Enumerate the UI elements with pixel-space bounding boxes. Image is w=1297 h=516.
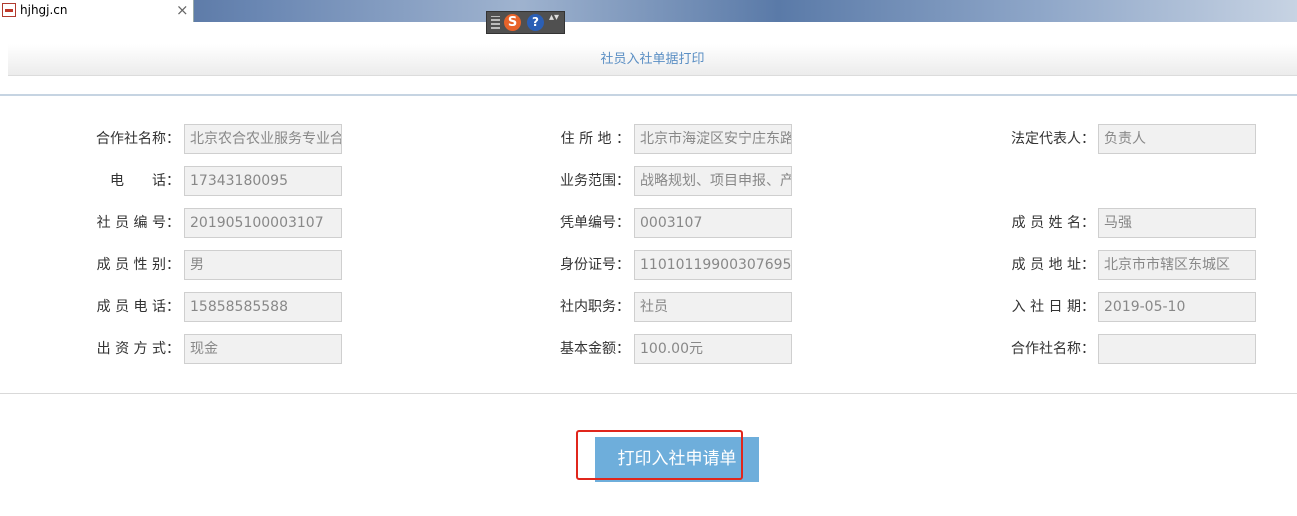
browser-tab-bar: hjhgj.cn × (0, 0, 1297, 22)
label-member-name: 成 员 姓 名： (1011, 215, 1095, 231)
join-date-input[interactable]: 2019-05-10 (1098, 292, 1256, 322)
header-divider (0, 94, 1297, 96)
label-voucher-number: 凭单编号： (560, 215, 630, 231)
sogou-logo-icon[interactable]: S (504, 14, 521, 31)
label-member-address: 成 员 地 址： (1011, 257, 1095, 273)
label-legal-rep: 法定代表人： (1011, 131, 1095, 147)
red-highlight-box (576, 430, 743, 480)
address-input[interactable]: 北京市海淀区安宁庄东路 (634, 124, 792, 154)
help-icon[interactable]: ? (527, 14, 544, 31)
business-scope-input[interactable]: 战略规划、项目申报、产业 (634, 166, 792, 196)
base-amount-input[interactable]: 100.00元 (634, 334, 792, 364)
ime-toolbar[interactable]: S ? ▴▾ (486, 11, 565, 34)
label-business-scope: 业务范围： (560, 173, 630, 189)
label-base-amount: 基本金额： (560, 341, 630, 357)
label-id-number: 身份证号： (560, 257, 630, 273)
coop-name-input[interactable]: 北京农合农业服务专业合作社 (184, 124, 342, 154)
member-name-input[interactable]: 马强 (1098, 208, 1256, 238)
phone-input[interactable]: 17343180095 (184, 166, 342, 196)
label-member-phone: 成 员 电 话： (96, 299, 180, 315)
label-phone: 电 话： (110, 173, 180, 189)
drag-handle-icon[interactable] (491, 16, 500, 29)
browser-tab[interactable]: hjhgj.cn × (0, 0, 194, 22)
form-divider (0, 393, 1297, 394)
position-input[interactable]: 社员 (634, 292, 792, 322)
id-number-input[interactable]: 110101199003076958 (634, 250, 792, 280)
tab-title: hjhgj.cn (20, 3, 68, 17)
label-coop-name-2: 合作社名称： (1011, 341, 1095, 357)
label-member-number: 社 员 编 号： (96, 215, 180, 231)
label-position: 社内职务： (560, 299, 630, 315)
page-title: 社员入社单据打印 (600, 52, 705, 67)
member-phone-input[interactable]: 15858585588 (184, 292, 342, 322)
label-join-date: 入 社 日 期： (1011, 299, 1095, 315)
voucher-number-input[interactable]: 0003107 (634, 208, 792, 238)
legal-rep-input[interactable]: 负责人 (1098, 124, 1256, 154)
close-icon[interactable]: × (176, 1, 189, 19)
member-gender-input[interactable]: 男 (184, 250, 342, 280)
member-address-input[interactable]: 北京市市辖区东城区 (1098, 250, 1256, 280)
label-coop-name: 合作社名称： (96, 131, 180, 147)
contribution-method-input[interactable]: 现金 (184, 334, 342, 364)
favicon-icon (2, 3, 16, 17)
label-member-gender: 成 员 性 别： (96, 257, 180, 273)
page-header: 社员入社单据打印 (8, 44, 1297, 76)
expand-arrow-icon[interactable]: ▴▾ (549, 13, 559, 23)
label-address: 住 所 地 ： (560, 131, 630, 147)
label-contribution-method: 出 资 方 式： (96, 341, 180, 357)
coop-name-2-input[interactable] (1098, 334, 1256, 364)
member-number-input[interactable]: 201905100003107 (184, 208, 342, 238)
